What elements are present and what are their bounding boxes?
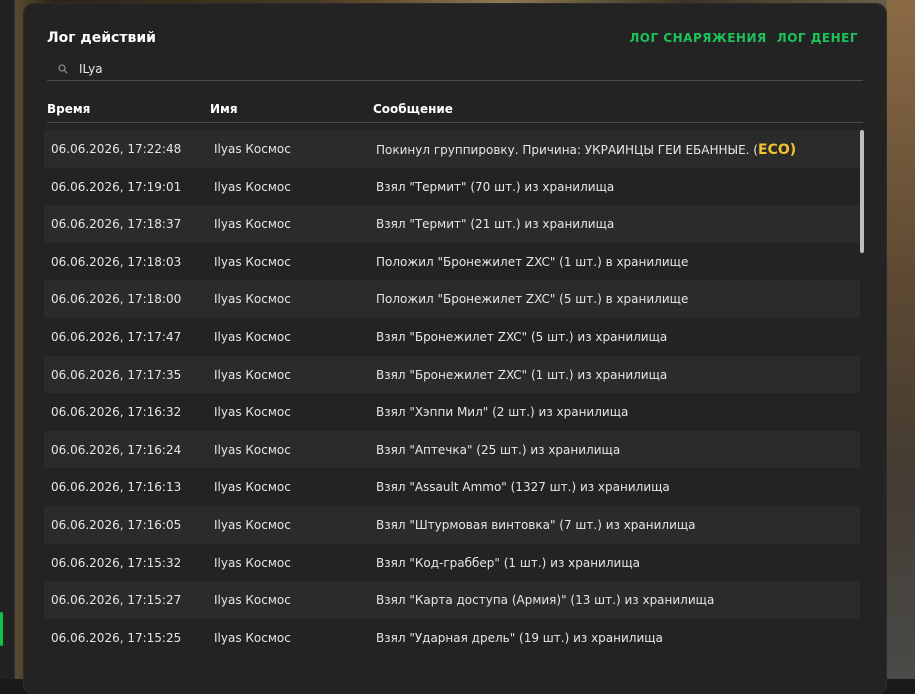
row-name: Ilyas Космос — [214, 442, 291, 457]
background-scene-edge — [887, 0, 915, 679]
table-row: 06.06.2026, 17:16:32 Ilyas Космос Взял "… — [44, 393, 860, 431]
row-name: Ilyas Космос — [214, 405, 291, 420]
table-row: 06.06.2026, 17:19:01 Ilyas Космос Взял "… — [44, 168, 860, 206]
search-input[interactable] — [77, 61, 863, 77]
column-header-message: Сообщение — [373, 102, 453, 116]
table-row: 06.06.2026, 17:17:47 Ilyas Космос Взял "… — [44, 318, 860, 356]
row-message: Взял "Хэппи Мил" (2 шт.) из хранилища — [376, 405, 629, 420]
column-header-name: Имя — [210, 102, 238, 116]
row-message: Взял "Код-граббер" (1 шт.) из хранилища — [376, 555, 640, 570]
row-name: Ilyas Космос — [214, 555, 291, 570]
row-time: 06.06.2026, 17:19:01 — [51, 179, 182, 194]
row-time: 06.06.2026, 17:15:27 — [51, 593, 182, 608]
table-row: 06.06.2026, 17:18:37 Ilyas Космос Взял "… — [44, 205, 860, 243]
table-row: 06.06.2026, 17:15:32 Ilyas Космос Взял "… — [44, 544, 860, 582]
search-bar — [47, 58, 863, 81]
row-name: Ilyas Космос — [214, 217, 291, 232]
row-name: Ilyas Космос — [214, 329, 291, 344]
row-message: Положил "Бронежилет ZXC" (1 шт.) в храни… — [376, 254, 689, 269]
row-message: Взял "Штурмовая винтовка" (7 шт.) из хра… — [376, 517, 696, 532]
row-message: Взял "Ударная дрель" (19 шт.) из хранили… — [376, 630, 663, 645]
table-row: 06.06.2026, 17:22:48 Ilyas Космос Покину… — [44, 130, 860, 168]
row-message: Взял "Термит" (21 шт.) из хранилища — [376, 217, 615, 232]
row-time: 06.06.2026, 17:22:48 — [51, 142, 182, 156]
row-time: 06.06.2026, 17:17:35 — [51, 367, 182, 382]
row-time: 06.06.2026, 17:16:24 — [51, 442, 182, 457]
row-time: 06.06.2026, 17:18:03 — [51, 254, 182, 269]
table-row: 06.06.2026, 17:18:03 Ilyas Космос Положи… — [44, 243, 860, 281]
row-time: 06.06.2026, 17:15:25 — [51, 630, 182, 645]
equipment-log-link[interactable]: ЛОГ СНАРЯЖЕНИЯ — [629, 31, 766, 45]
row-name: Ilyas Космос — [214, 593, 291, 608]
row-message: Взял "Бронежилет ZXC" (1 шт.) из хранили… — [376, 367, 668, 382]
row-time: 06.06.2026, 17:16:13 — [51, 480, 182, 495]
row-time: 06.06.2026, 17:18:37 — [51, 217, 182, 232]
action-log-modal: Лог действий ЛОГ СНАРЯЖЕНИЯ ЛОГ ДЕНЕГ Вр… — [24, 4, 886, 694]
table-row: 06.06.2026, 17:16:05 Ilyas Космос Взял "… — [44, 505, 860, 544]
row-time: 06.06.2026, 17:17:47 — [51, 329, 182, 344]
table-row: 06.06.2026, 17:15:25 Ilyas Космос Взял "… — [44, 619, 860, 657]
table-row: 06.06.2026, 17:17:35 Ilyas Космос Взял "… — [44, 355, 860, 394]
left-side-panel — [0, 0, 15, 679]
row-message: Положил "Бронежилет ZXC" (5 шт.) в храни… — [376, 292, 689, 307]
row-message: Взял "Карта доступа (Армия)" (13 шт.) из… — [376, 593, 715, 608]
table-row: 06.06.2026, 17:15:27 Ilyas Космос Взял "… — [44, 581, 860, 619]
column-header-time: Время — [47, 102, 91, 116]
row-name: Ilyas Космос — [214, 142, 291, 156]
row-name: Ilyas Космос — [214, 292, 291, 307]
row-name: Ilyas Космос — [214, 480, 291, 495]
row-time: 06.06.2026, 17:15:32 — [51, 555, 182, 570]
log-table-body[interactable]: 06.06.2026, 17:22:48 Ilyas Космос Покину… — [44, 130, 860, 656]
row-message: Взял "Аптечка" (25 шт.) из хранилища — [376, 442, 621, 457]
row-message: Покинул группировку. Причина: УКРАИНЦЫ Г… — [376, 142, 796, 158]
row-message: Взял "Термит" (70 шт.) из хранилища — [376, 179, 615, 194]
row-name: Ilyas Космос — [214, 254, 291, 269]
row-name: Ilyas Космос — [214, 179, 291, 194]
row-message: Взял "Assault Ammo" (1327 шт.) из хранил… — [376, 480, 670, 495]
row-time: 06.06.2026, 17:16:05 — [51, 517, 182, 532]
row-message-tag: ECO) — [758, 142, 797, 158]
table-row: 06.06.2026, 17:18:00 Ilyas Космос Положи… — [44, 280, 860, 318]
search-icon — [55, 61, 71, 77]
row-time: 06.06.2026, 17:16:32 — [51, 405, 182, 420]
table-header: Время Имя Сообщение — [47, 102, 863, 123]
row-name: Ilyas Космос — [214, 630, 291, 645]
row-message: Взял "Бронежилет ZXC" (5 шт.) из хранили… — [376, 329, 668, 344]
active-indicator — [0, 612, 3, 646]
row-message-text: Покинул группировку. Причина: УКРАИНЦЫ Г… — [376, 143, 758, 157]
modal-title: Лог действий — [47, 30, 156, 46]
log-tabs: ЛОГ СНАРЯЖЕНИЯ ЛОГ ДЕНЕГ — [629, 31, 858, 45]
row-name: Ilyas Космос — [214, 367, 291, 382]
row-time: 06.06.2026, 17:18:00 — [51, 292, 182, 307]
scrollbar-thumb[interactable] — [860, 130, 864, 253]
table-row: 06.06.2026, 17:16:24 Ilyas Космос Взял "… — [44, 430, 860, 469]
table-row: 06.06.2026, 17:16:13 Ilyas Космос Взял "… — [44, 468, 860, 506]
money-log-link[interactable]: ЛОГ ДЕНЕГ — [777, 31, 858, 45]
row-name: Ilyas Космос — [214, 517, 291, 532]
